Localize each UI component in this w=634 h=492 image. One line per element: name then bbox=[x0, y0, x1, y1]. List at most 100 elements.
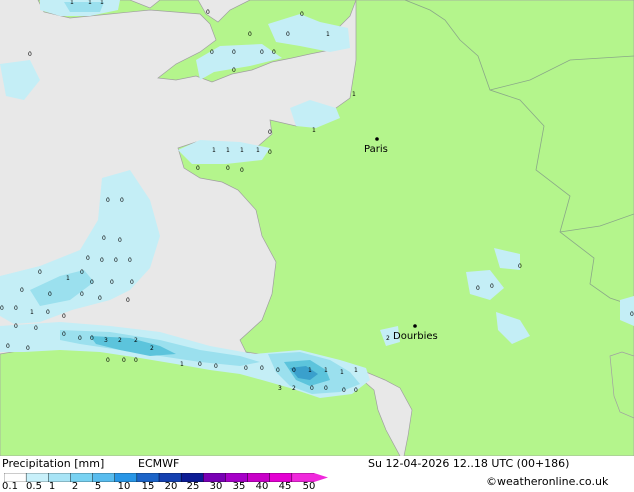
model-name: ECMWF bbox=[138, 457, 180, 470]
precip-value-label: 0 bbox=[240, 167, 244, 174]
legend-tick-label: 35 bbox=[232, 481, 246, 492]
precip-value-label: 0 bbox=[268, 129, 272, 136]
precip-value-label: 0 bbox=[260, 365, 264, 372]
precip-value-label: 2 bbox=[292, 385, 296, 392]
precip-value-label: 2 bbox=[118, 337, 122, 344]
precip-value-label: 0 bbox=[48, 291, 52, 298]
precip-value-label: 1 bbox=[226, 147, 230, 154]
precip-value-label: 0 bbox=[120, 197, 124, 204]
legend-arrow bbox=[314, 473, 328, 482]
precip-value-label: 0 bbox=[38, 269, 42, 276]
precip-value-label: 1 bbox=[312, 127, 316, 134]
precip-value-label: 0 bbox=[28, 51, 32, 58]
precip-value-label: 0 bbox=[106, 197, 110, 204]
precip-value-label: 0 bbox=[110, 279, 114, 286]
precip-value-label: 1 bbox=[212, 147, 216, 154]
precip-value-label: 0 bbox=[248, 31, 252, 38]
precip-value-label: 1 bbox=[100, 0, 104, 6]
precip-value-label: 0 bbox=[490, 283, 494, 290]
precip-value-label: 0 bbox=[198, 361, 202, 368]
city-dourbies-label: Dourbies bbox=[393, 331, 438, 342]
precip-value-label: 1 bbox=[30, 309, 34, 316]
precip-value-label: 0 bbox=[106, 357, 110, 364]
precip-value-label: 0 bbox=[90, 279, 94, 286]
precip-value-label: 1 bbox=[324, 367, 328, 374]
precip-value-label: 0 bbox=[196, 165, 200, 172]
precip-value-label: 0 bbox=[324, 385, 328, 392]
precip-value-label: 0 bbox=[130, 279, 134, 286]
precip-value-label: 0 bbox=[232, 67, 236, 74]
legend-tick-label: 0.5 bbox=[26, 481, 42, 492]
legend-tick-label: 25 bbox=[186, 481, 200, 492]
precip-value-label: 0 bbox=[354, 387, 358, 394]
city-dourbies-dot bbox=[413, 324, 417, 328]
precip-value-label: 0 bbox=[78, 335, 82, 342]
precip-value-label: 0 bbox=[232, 49, 236, 56]
legend-tick-label: 40 bbox=[255, 481, 269, 492]
precip-value-label: 0 bbox=[518, 263, 522, 270]
precip-value-label: 2 bbox=[150, 345, 154, 352]
precip-value-label: 3 bbox=[278, 385, 282, 392]
precip-value-label: 0 bbox=[90, 335, 94, 342]
city-paris-label: Paris bbox=[364, 144, 388, 155]
precip-value-label: 0 bbox=[62, 313, 66, 320]
precip-value-label: 0 bbox=[244, 365, 248, 372]
legend-tick-label: 20 bbox=[164, 481, 178, 492]
precip-value-label: 1 bbox=[66, 275, 70, 282]
precip-value-label: 0 bbox=[128, 257, 132, 264]
precip-value-label: 0 bbox=[80, 269, 84, 276]
legend-tick-label: 1 bbox=[48, 481, 56, 492]
precip-value-label: 1 bbox=[88, 0, 92, 6]
precip-value-label: 0 bbox=[14, 305, 18, 312]
legend-tick-label: 50 bbox=[302, 481, 316, 492]
legend-tick-label: 10 bbox=[117, 481, 131, 492]
precip-value-label: 2 bbox=[134, 337, 138, 344]
precip-value-label: 0 bbox=[98, 295, 102, 302]
precip-value-label: 0 bbox=[26, 345, 30, 352]
legend-tick-label: 2 bbox=[71, 481, 79, 492]
precip-value-label: 0 bbox=[206, 9, 210, 16]
precip-value-label: 1 bbox=[354, 367, 358, 374]
precip-value-label: 0 bbox=[0, 305, 4, 312]
precip-value-label: 0 bbox=[630, 311, 634, 318]
precip-value-label: 0 bbox=[260, 49, 264, 56]
legend-tick-label: 0.1 bbox=[2, 481, 18, 492]
precip-value-label: 1 bbox=[70, 0, 74, 6]
precip-value-label: 3 bbox=[104, 337, 108, 344]
precip-value-label: 2 bbox=[386, 335, 390, 342]
precip-value-label: 0 bbox=[268, 149, 272, 156]
precip-value-label: 0 bbox=[6, 343, 10, 350]
legend-tick-label: 30 bbox=[209, 481, 223, 492]
precip-value-label: 1 bbox=[326, 31, 330, 38]
precip-value-label: 0 bbox=[310, 385, 314, 392]
precip-value-label: 0 bbox=[214, 363, 218, 370]
precip-value-label: 1 bbox=[180, 361, 184, 368]
precip-value-label: 0 bbox=[226, 165, 230, 172]
precip-value-label: 1 bbox=[256, 147, 260, 154]
precip-value-label: 0 bbox=[126, 297, 130, 304]
precip-value-label: 1 bbox=[240, 147, 244, 154]
legend-tick-label: 15 bbox=[141, 481, 155, 492]
credit-text: ©weatheronline.co.uk bbox=[486, 475, 609, 488]
precip-value-label: 0 bbox=[118, 237, 122, 244]
precip-value-label: 0 bbox=[122, 357, 126, 364]
legend-tick-label: 5 bbox=[94, 481, 102, 492]
precip-value-label: 0 bbox=[134, 357, 138, 364]
precip-value-label: 0 bbox=[46, 309, 50, 316]
precip-value-label: 1 bbox=[352, 91, 356, 98]
title-text: Precipitation [mm] bbox=[2, 457, 105, 470]
precip-value-label: 0 bbox=[286, 31, 290, 38]
precip-value-label: 0 bbox=[80, 291, 84, 298]
precip-value-label: 0 bbox=[62, 331, 66, 338]
legend-tick-label: 45 bbox=[278, 481, 292, 492]
precip-value-label: 0 bbox=[476, 285, 480, 292]
precip-value-label: 0 bbox=[210, 49, 214, 56]
precipitation-map: 1 1 1 0 0 1 0 0 0 0 0 0 0 1 1 0 0 1 1 1 1 0 0 0 0 0 0 0 0 0 0 0 0 1 0 0 0 0 0 0… bbox=[0, 0, 634, 456]
precip-value-label: 0 bbox=[100, 257, 104, 264]
datetime-text: Su 12-04-2026 12..18 UTC (00+186) bbox=[368, 457, 570, 470]
precip-value-label: 0 bbox=[86, 255, 90, 262]
precip-value-label: 0 bbox=[20, 287, 24, 294]
precip-value-label: 1 bbox=[340, 369, 344, 376]
precip-value-label: 0 bbox=[292, 367, 296, 374]
precip-value-label: 0 bbox=[114, 257, 118, 264]
